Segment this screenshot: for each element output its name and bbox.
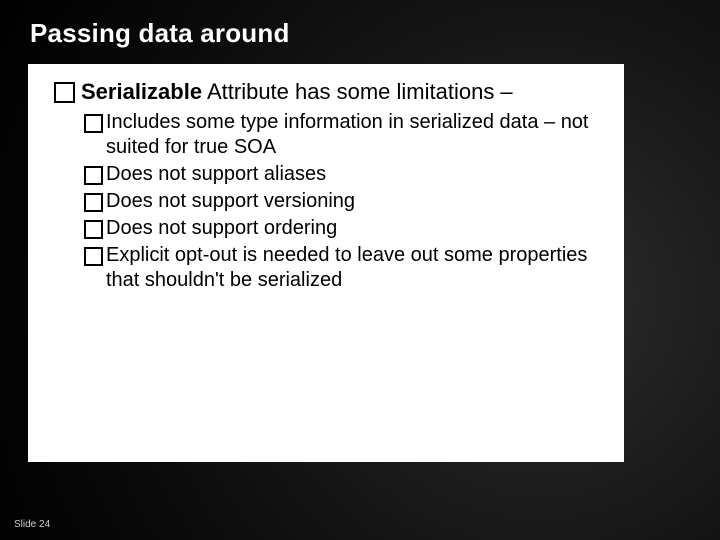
slide-title: Passing data around xyxy=(30,18,290,49)
checkbox-icon xyxy=(84,166,103,185)
checkbox-icon xyxy=(84,193,103,212)
bullet-text: Does not support aliases xyxy=(106,162,326,187)
bullet-text: Serializable Attribute has some limitati… xyxy=(81,78,513,106)
bullet-rest: Attribute has some limitations – xyxy=(202,79,513,104)
sub-bullet: Includes some type information in serial… xyxy=(84,110,604,160)
checkbox-icon xyxy=(84,220,103,239)
sub-bullet: Does not support versioning xyxy=(84,189,604,214)
bullet-text: Includes some type information in serial… xyxy=(106,110,604,160)
sub-bullet: Does not support ordering xyxy=(84,216,604,241)
bullet-level1: Serializable Attribute has some limitati… xyxy=(54,78,608,106)
bullet-text: Does not support versioning xyxy=(106,189,355,214)
slide-number: Slide 24 xyxy=(14,519,50,530)
sub-bullet: Explicit opt-out is needed to leave out … xyxy=(84,243,604,293)
checkbox-icon xyxy=(84,247,103,266)
slide: Passing data around Serializable Attribu… xyxy=(0,0,720,540)
content-card: Serializable Attribute has some limitati… xyxy=(28,64,624,462)
checkbox-icon xyxy=(54,82,75,103)
checkbox-icon xyxy=(84,114,103,133)
bold-word: Serializable xyxy=(81,79,202,104)
sub-bullet: Does not support aliases xyxy=(84,162,604,187)
bullet-text: Does not support ordering xyxy=(106,216,337,241)
bullet-text: Explicit opt-out is needed to leave out … xyxy=(106,243,604,293)
